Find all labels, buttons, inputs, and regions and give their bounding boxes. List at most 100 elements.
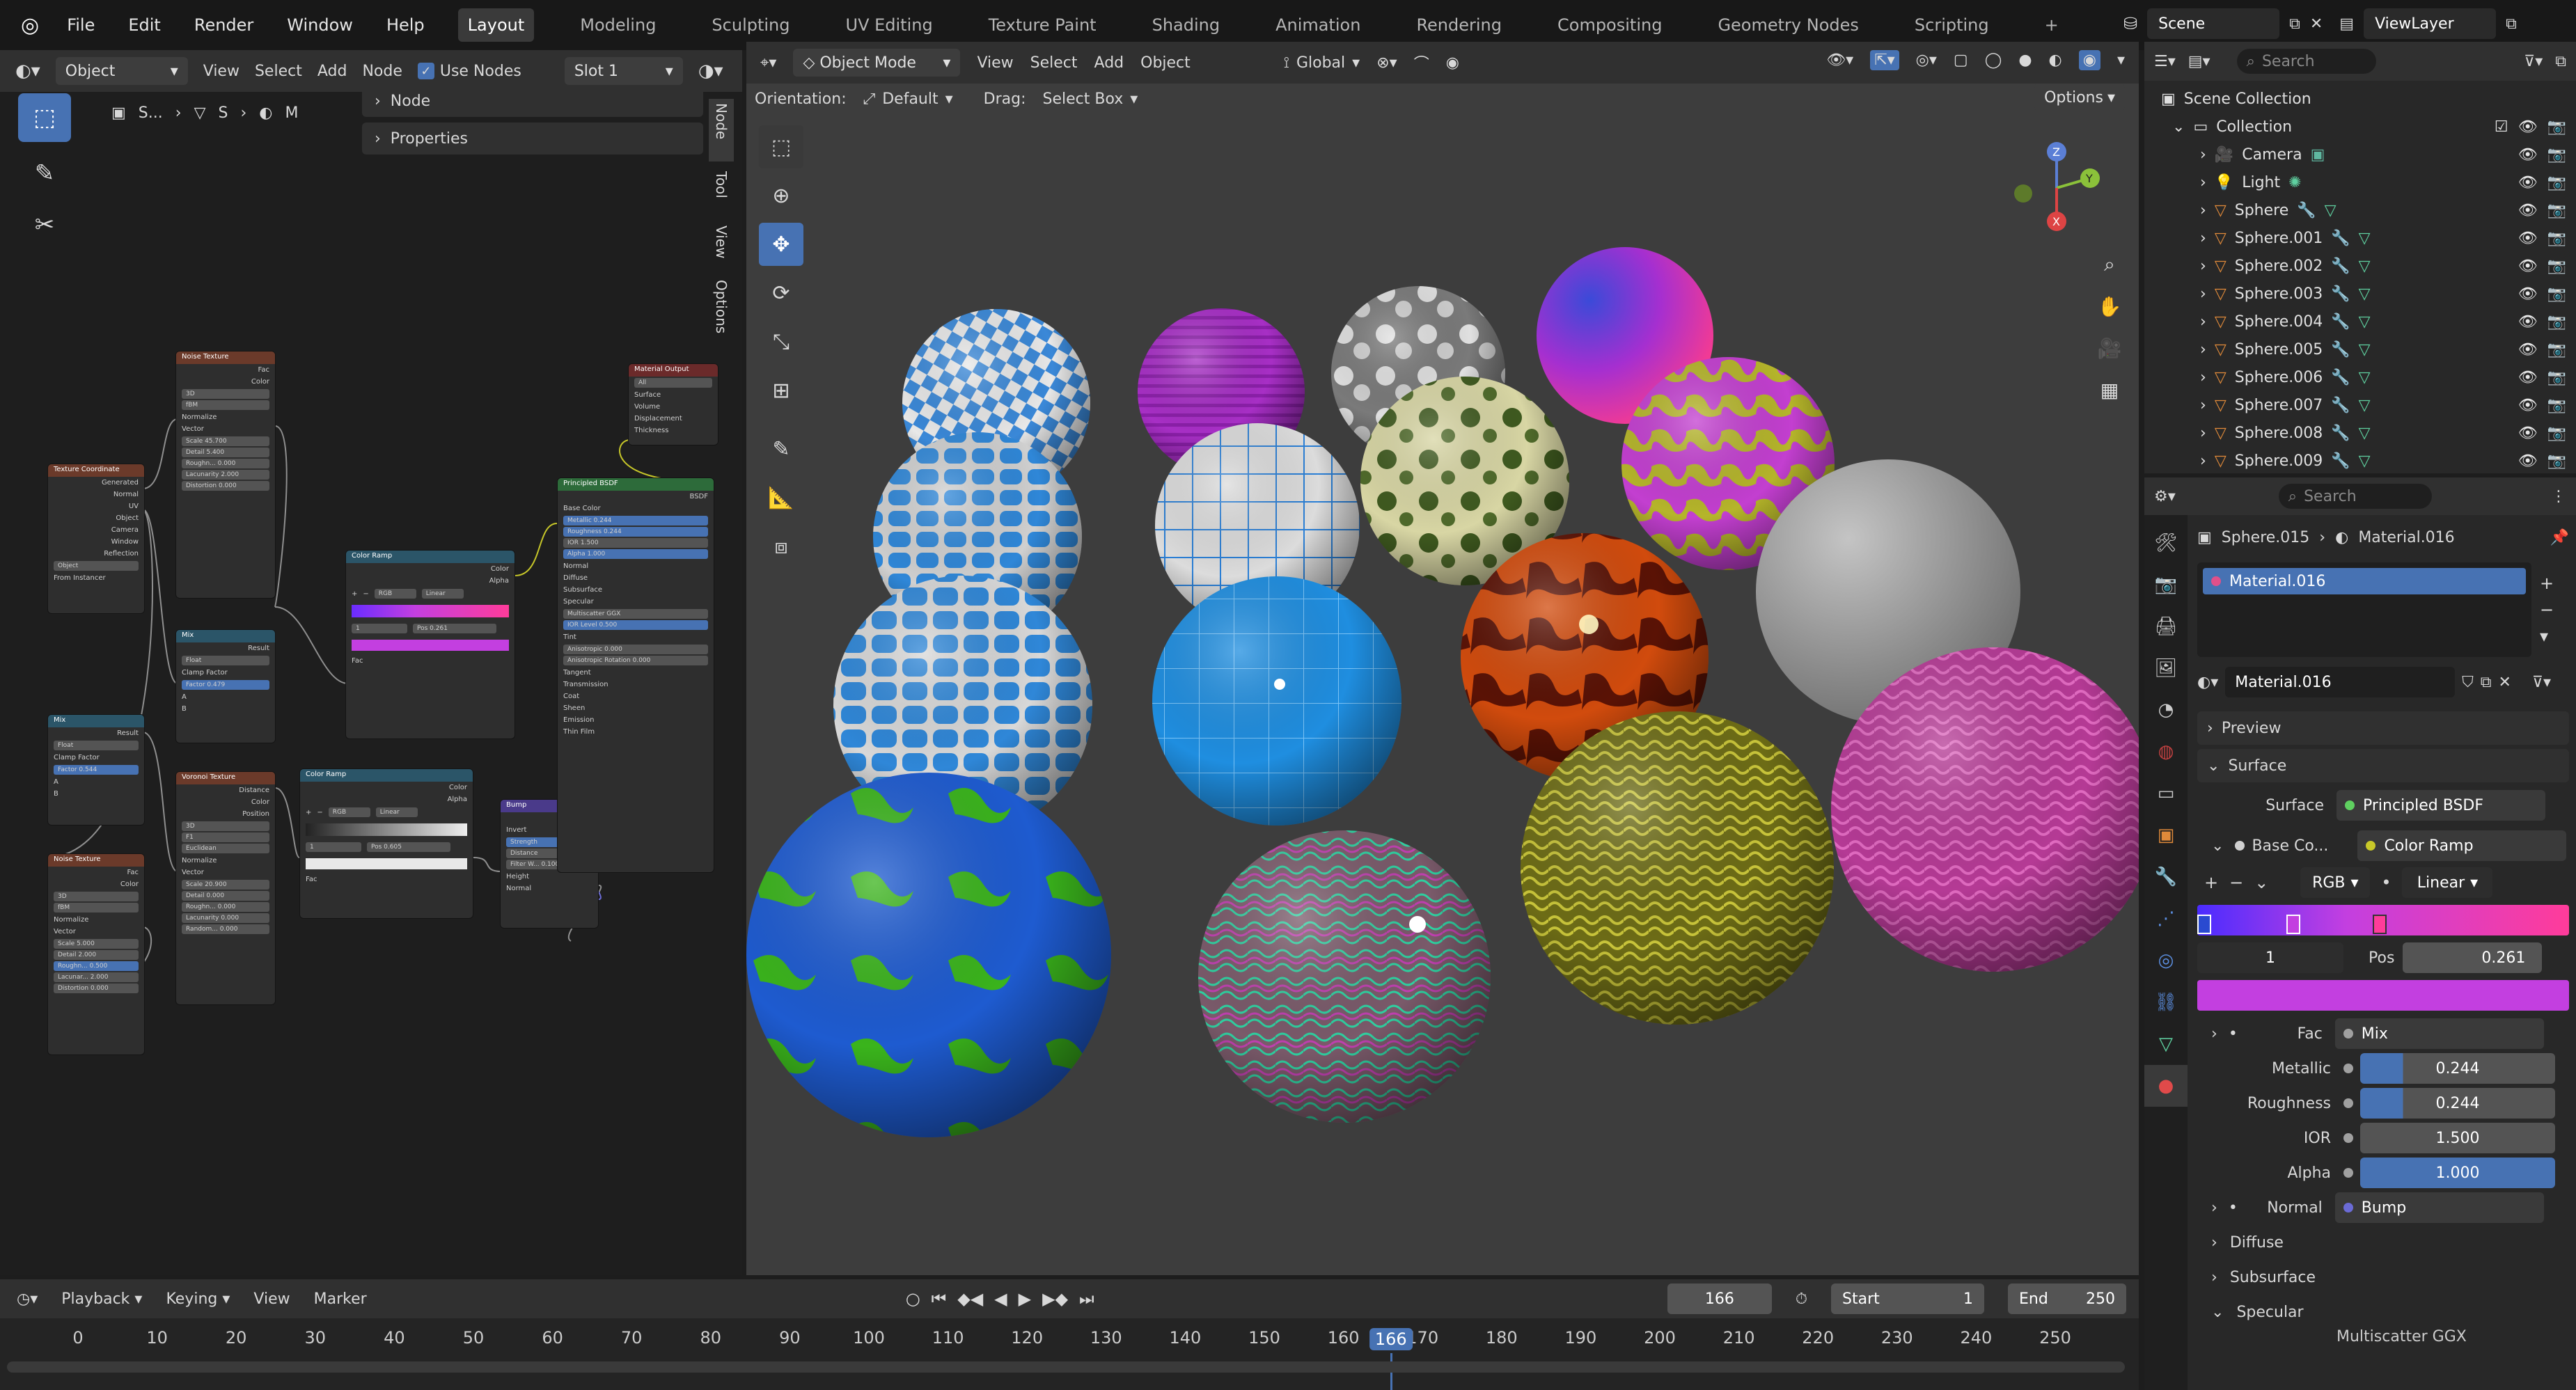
roughness-slider[interactable]: 0.244 [2360,1088,2555,1119]
tab-modeling[interactable]: Modeling [570,8,666,42]
stop-color-swatch[interactable] [306,858,467,869]
eye-icon[interactable]: 👁 [2518,313,2538,331]
frame-ruler[interactable]: 0 10 20 30 40 50 60 70 80 90 100 110 120 130 140 150 160… [0,1318,2139,1390]
socket-object[interactable]: Object [48,512,144,524]
anisotropic-field[interactable]: Anisotropic 0.000 [563,645,708,654]
jump-end-icon[interactable]: ⏭ [1079,1289,1094,1309]
start-frame-field[interactable]: Start 1 [1831,1284,1984,1314]
lacunarity-field[interactable]: Lacunarity 0.000 [182,913,269,923]
transform-orientation-dropdown[interactable]: ⟟ Global ▾ [1284,54,1360,72]
socket-fac[interactable]: Fac [176,364,275,376]
factor-field[interactable]: Factor 0.479 [182,680,269,690]
subpanel-subsurface[interactable]: › Subsurface [2197,1260,2569,1295]
metallic-slider[interactable]: 0.244 [2360,1053,2555,1084]
duplicate-material-icon[interactable]: ⧉ [2481,674,2492,691]
tab-object-icon[interactable]: ▣ [2144,814,2188,856]
tree-item-sphere-008[interactable]: › ▽ Sphere.008 🔧 ▽ 👁 📷 [2144,419,2576,447]
material-slot-list[interactable]: Material.016 [2197,562,2531,657]
socket-surface[interactable]: Surface [629,389,718,401]
outliner[interactable]: ☰▾ ▤▾ ⌕ Search ⊽▾ ⧉ ▣ Scene Collection ⌄… [2144,42,2576,473]
socket-alpha[interactable]: Alpha [346,575,515,587]
stop-index-field[interactable]: 1 [306,842,361,852]
node-header[interactable]: Noise Texture [176,352,275,364]
stop-index-field[interactable]: 1 [352,624,407,633]
camera-render-icon[interactable]: 📷 [2547,174,2566,191]
color-ramp-gradient[interactable] [352,605,509,617]
tree-item-sphere-005[interactable]: › ▽ Sphere.005 🔧 ▽ 👁 📷 [2144,335,2576,363]
browse-material-icon[interactable]: ◐▾ [2197,674,2218,691]
type-dropdown[interactable]: fBM [182,400,269,410]
socket-alpha[interactable]: Alpha [300,793,473,805]
eye-icon[interactable]: 👁 [2518,341,2538,358]
camera-render-icon[interactable]: 📷 [2547,425,2566,442]
tab-render-icon[interactable]: 📷 [2144,564,2188,606]
display-mode-icon[interactable]: ▤▾ [2188,53,2210,70]
remove-ramp-stop-icon[interactable]: − [2229,873,2243,892]
distortion-field[interactable]: Distortion 0.000 [182,481,269,491]
remove-stop-icon[interactable]: − [363,590,368,598]
fac-input-field[interactable]: Mix [2334,1018,2544,1049]
node-header[interactable]: Material Output [629,364,718,377]
visibility-icon[interactable]: 👁▾ [1826,52,1853,69]
node-header[interactable]: Mix [176,630,275,642]
node-header[interactable]: Color Ramp [300,769,473,782]
solid-shading-icon[interactable]: ● [2018,52,2032,69]
menu-help[interactable]: Help [386,15,425,35]
tab-output-icon[interactable]: 🖨 [2144,606,2188,647]
socket-bsdf[interactable]: BSDF [558,491,714,503]
node-material-output[interactable]: Material Output All Surface Volume Displ… [628,363,718,445]
shading-options-icon[interactable]: ▾ [2117,52,2125,69]
socket-result[interactable]: Result [176,642,275,654]
menu-add[interactable]: Add [1094,54,1124,72]
socket-color[interactable]: Color [176,376,275,388]
menu-window[interactable]: Window [287,15,353,35]
eye-icon[interactable]: 👁 [2518,452,2538,470]
snap-icon[interactable]: ⌒ [1414,52,1429,74]
camera-render-icon[interactable]: 📷 [2547,452,2566,470]
menu-file[interactable]: File [67,15,95,35]
play-reverse-icon[interactable]: ◀ [994,1289,1007,1309]
view-layer-selector[interactable]: ViewLayer [2364,8,2497,39]
expand-base-color-icon[interactable]: ⌄ [2211,837,2224,855]
detail-field[interactable]: Detail 5.400 [182,448,269,457]
socket-camera[interactable]: Camera [48,524,144,536]
properties-search-input[interactable]: ⌕ Search [2278,484,2432,509]
from-instancer-checkbox[interactable]: From Instancer [48,572,144,584]
socket-color[interactable]: Color [300,782,473,793]
tree-item-sphere-003[interactable]: › ▽ Sphere.003 🔧 ▽ 👁 📷 [2144,280,2576,308]
metallic-field[interactable]: Metallic 0.244 [563,516,708,526]
panel-preview[interactable]: › Preview [2197,711,2569,745]
add-slot-icon[interactable]: + [2540,574,2554,593]
3d-viewport[interactable]: ⌖▾ ◇ Object Mode ▾ View Select Add Object… [746,42,2139,1275]
camera-render-icon[interactable]: 📷 [2547,341,2566,358]
tab-scripting[interactable]: Scripting [1905,8,1999,42]
node-noise-texture-2[interactable]: Noise Texture Fac Color 3D fBM Normalize… [47,853,145,1055]
editor-type-icon[interactable]: ⌖▾ [760,54,776,72]
color-mode-dropdown[interactable]: RGB [328,807,370,817]
add-stop-icon[interactable]: + [352,590,357,598]
tree-scene-collection[interactable]: ▣ Scene Collection [2144,85,2576,113]
orientation-dropdown[interactable]: ⤢ Default ▾ [856,90,960,108]
ramp-stop-handle-icon[interactable] [2286,915,2300,934]
socket-thickness[interactable]: Thickness [629,425,718,436]
scale-field[interactable]: Scale 20.900 [182,880,269,890]
roughness-field[interactable]: Roughn... 0.500 [54,961,139,971]
tab-uv-editing[interactable]: UV Editing [836,8,943,42]
stop-pos-field[interactable]: Pos 0.605 [367,842,450,852]
socket-reflection[interactable]: Reflection [48,548,144,560]
current-frame-field[interactable]: 166 [1667,1284,1772,1314]
tab-scene-icon[interactable]: ◔ [2144,689,2188,731]
tab-constraints-icon[interactable]: ⛓ [2144,981,2188,1023]
interpolation-dropdown[interactable]: Linear [375,807,418,817]
timeline[interactable]: ◷▾ Playback ▾ Keying ▾ View Marker ○ ⏮ ◆… [0,1279,2139,1390]
detail-field[interactable]: Detail 0.000 [182,891,269,901]
detail-field[interactable]: Detail 2.000 [54,950,139,960]
menu-marker[interactable]: Marker [314,1290,367,1308]
jump-keyframe-back-icon[interactable]: ◆◀ [957,1289,983,1309]
tab-view-layer-icon[interactable]: 🖼 [2144,647,2188,689]
socket-normal[interactable]: Normal [558,560,714,572]
ior-field[interactable]: 1.500 [2360,1123,2555,1153]
distortion-field[interactable]: Distortion 0.000 [54,984,139,993]
add-workspace-button[interactable]: + [2035,8,2068,42]
eye-icon[interactable]: 👁 [2518,118,2538,136]
